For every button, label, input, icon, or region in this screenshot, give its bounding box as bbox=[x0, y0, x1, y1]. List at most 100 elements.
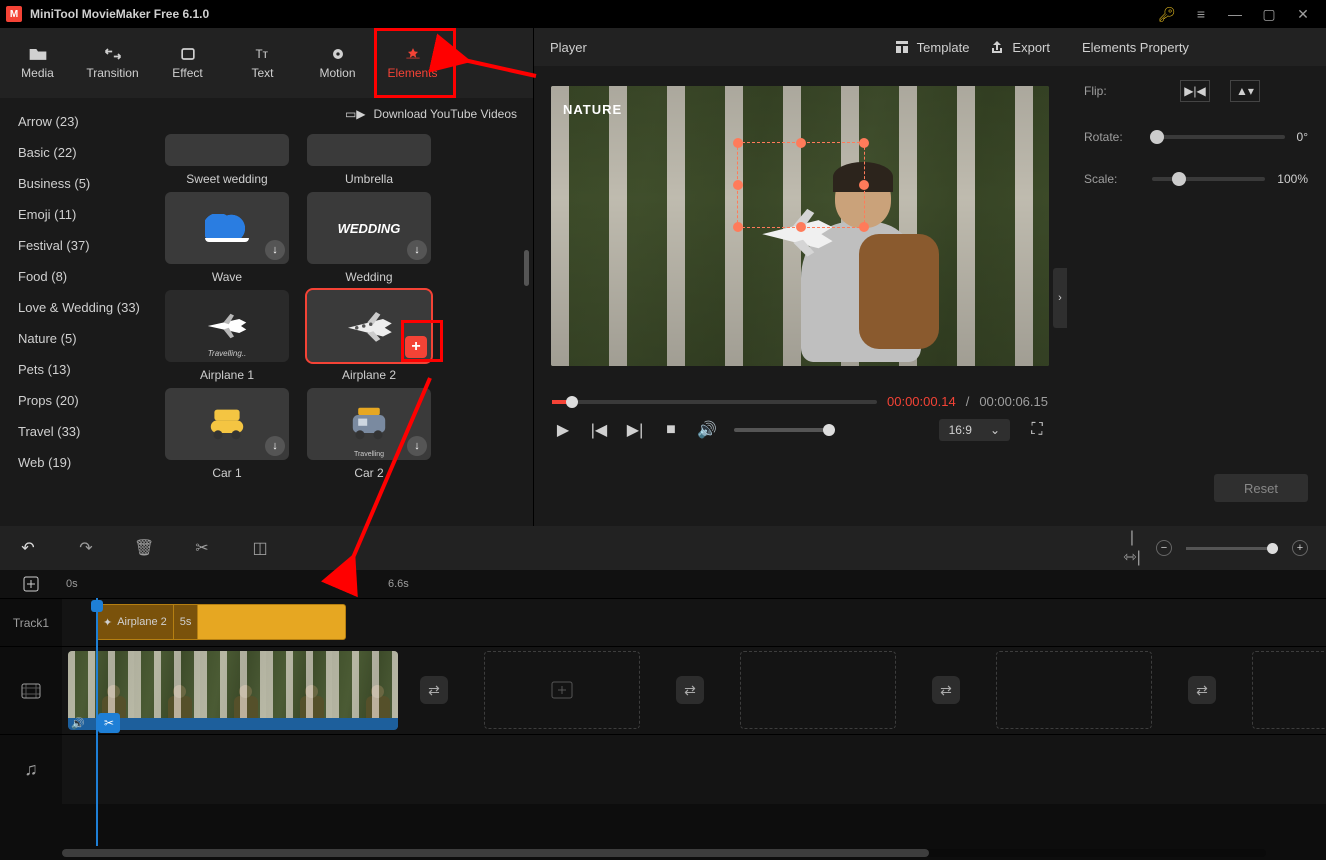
add-element-button[interactable]: + bbox=[405, 336, 427, 358]
audio-track-body[interactable] bbox=[62, 735, 1326, 804]
flip-horizontal-button[interactable]: ▶|◀ bbox=[1180, 80, 1210, 102]
folder-icon bbox=[28, 46, 48, 62]
transition-slot-icon[interactable]: ⇄ bbox=[932, 676, 960, 704]
wedding-text-icon: WEDDING bbox=[338, 221, 401, 236]
element-thumb-airplane2[interactable]: + bbox=[307, 290, 431, 362]
panel-expand-handle[interactable]: › bbox=[1053, 268, 1067, 328]
aspect-ratio-select[interactable]: 16:9 ⌄ bbox=[939, 419, 1010, 441]
category-item[interactable]: Web (19) bbox=[0, 447, 155, 478]
crop-button[interactable]: ◫ bbox=[250, 538, 270, 558]
element-thumb-wedding[interactable]: WEDDING ↓ bbox=[307, 192, 431, 264]
tab-media[interactable]: Media bbox=[0, 28, 75, 98]
tab-media-label: Media bbox=[21, 66, 54, 80]
transition-slot-icon[interactable]: ⇄ bbox=[676, 676, 704, 704]
download-icon[interactable]: ↓ bbox=[265, 240, 285, 260]
volume-slider[interactable] bbox=[734, 428, 830, 432]
category-item[interactable]: Pets (13) bbox=[0, 354, 155, 385]
transition-slot-icon[interactable]: ⇄ bbox=[420, 676, 448, 704]
next-frame-button[interactable]: ▶| bbox=[626, 420, 644, 440]
prev-frame-button[interactable]: |◀ bbox=[590, 420, 608, 440]
template-label: Template bbox=[917, 40, 970, 55]
export-icon bbox=[989, 39, 1005, 55]
preview-overlay-text: NATURE bbox=[563, 102, 622, 117]
category-item[interactable]: Love & Wedding (33) bbox=[0, 292, 155, 323]
selection-box[interactable] bbox=[737, 142, 865, 228]
window-minimize[interactable]: — bbox=[1218, 0, 1252, 28]
cut-point-badge[interactable]: ✂ bbox=[98, 713, 120, 733]
reset-button[interactable]: Reset bbox=[1214, 474, 1308, 502]
tab-transition[interactable]: Transition bbox=[75, 28, 150, 98]
element-thumb-airplane1[interactable]: Travelling.. bbox=[165, 290, 289, 362]
time-separator: / bbox=[966, 394, 970, 409]
fullscreen-button[interactable]: ⛶ bbox=[1028, 421, 1046, 439]
thumb-label: Sweet wedding bbox=[186, 172, 267, 186]
thumb-label: Car 1 bbox=[212, 466, 241, 480]
flip-vertical-button[interactable]: ▲▾ bbox=[1230, 80, 1260, 102]
wave-icon bbox=[205, 214, 249, 242]
category-item[interactable]: Emoji (11) bbox=[0, 199, 155, 230]
aspect-ratio-value: 16:9 bbox=[949, 423, 972, 437]
svg-text:Tᴛ: Tᴛ bbox=[255, 48, 268, 61]
tab-motion[interactable]: Motion bbox=[300, 28, 375, 98]
empty-video-slot[interactable] bbox=[484, 651, 640, 729]
zoom-in-button[interactable]: + bbox=[1292, 540, 1308, 556]
category-item[interactable]: Basic (22) bbox=[0, 137, 155, 168]
template-button[interactable]: Template bbox=[894, 39, 970, 55]
play-button[interactable]: ▶ bbox=[554, 420, 572, 440]
window-close[interactable]: ✕ bbox=[1286, 0, 1320, 28]
empty-video-slot[interactable] bbox=[1252, 651, 1326, 729]
category-item[interactable]: Nature (5) bbox=[0, 323, 155, 354]
zoom-out-button[interactable]: − bbox=[1156, 540, 1172, 556]
category-list[interactable]: Arrow (23) Basic (22) Business (5) Emoji… bbox=[0, 98, 155, 526]
download-icon[interactable]: ↓ bbox=[265, 436, 285, 456]
timeline-ruler[interactable]: 0s 6.6s bbox=[62, 570, 1326, 598]
tab-text[interactable]: Tᴛ Text bbox=[225, 28, 300, 98]
fit-button[interactable]: |⇿| bbox=[1122, 529, 1142, 567]
scale-slider[interactable] bbox=[1152, 177, 1265, 181]
element-thumb[interactable] bbox=[307, 134, 431, 166]
element-thumb-car2[interactable]: ↓ Travelling bbox=[307, 388, 431, 460]
scrollbar[interactable] bbox=[524, 250, 529, 286]
elements-grid: Sweet wedding Umbrella ↓ bbox=[155, 130, 533, 526]
rotate-value: 0° bbox=[1297, 130, 1308, 144]
category-item[interactable]: Food (8) bbox=[0, 261, 155, 292]
redo-button[interactable]: ↷ bbox=[76, 538, 96, 558]
flip-label: Flip: bbox=[1084, 84, 1140, 98]
element-clip[interactable]: ✦Airplane 2 5s bbox=[96, 604, 346, 640]
category-item[interactable]: Business (5) bbox=[0, 168, 155, 199]
volume-icon[interactable]: 🔊 bbox=[698, 420, 716, 440]
zoom-slider[interactable] bbox=[1186, 547, 1278, 550]
menu-icon[interactable]: ≡ bbox=[1184, 0, 1218, 28]
download-youtube-link[interactable]: Download YouTube Videos bbox=[374, 107, 517, 121]
category-item[interactable]: Props (20) bbox=[0, 385, 155, 416]
category-item[interactable]: Festival (37) bbox=[0, 230, 155, 261]
transition-icon bbox=[103, 46, 123, 62]
transition-slot-icon[interactable]: ⇄ bbox=[1188, 676, 1216, 704]
playhead[interactable] bbox=[96, 598, 98, 846]
element-thumb-car1[interactable]: ↓ bbox=[165, 388, 289, 460]
tab-effect[interactable]: Effect bbox=[150, 28, 225, 98]
clip-name: Airplane 2 bbox=[117, 616, 167, 628]
download-icon[interactable]: ↓ bbox=[407, 240, 427, 260]
add-track-icon[interactable] bbox=[22, 575, 40, 593]
timeline-scrollbar[interactable] bbox=[0, 846, 1326, 860]
window-maximize[interactable]: ▢ bbox=[1252, 0, 1286, 28]
delete-button[interactable]: 🗑 bbox=[134, 538, 154, 558]
element-thumb-wave[interactable]: ↓ bbox=[165, 192, 289, 264]
category-item[interactable]: Travel (33) bbox=[0, 416, 155, 447]
preview-canvas[interactable]: NATURE bbox=[551, 86, 1049, 366]
tab-elements[interactable]: Elements bbox=[375, 28, 450, 98]
progress-bar[interactable] bbox=[552, 400, 877, 404]
split-button[interactable]: ✂ bbox=[192, 538, 212, 558]
track1-label: Track1 bbox=[0, 599, 62, 646]
empty-video-slot[interactable] bbox=[996, 651, 1152, 729]
category-item[interactable]: Arrow (23) bbox=[0, 106, 155, 137]
empty-video-slot[interactable] bbox=[740, 651, 896, 729]
element-thumb[interactable] bbox=[165, 134, 289, 166]
undo-button[interactable]: ↶ bbox=[18, 538, 38, 558]
license-key-icon[interactable]: 🔑︎ bbox=[1150, 0, 1184, 28]
export-button[interactable]: Export bbox=[989, 39, 1050, 55]
stop-button[interactable]: ■ bbox=[662, 421, 680, 439]
rotate-slider[interactable] bbox=[1152, 135, 1285, 139]
download-icon[interactable]: ↓ bbox=[407, 436, 427, 456]
